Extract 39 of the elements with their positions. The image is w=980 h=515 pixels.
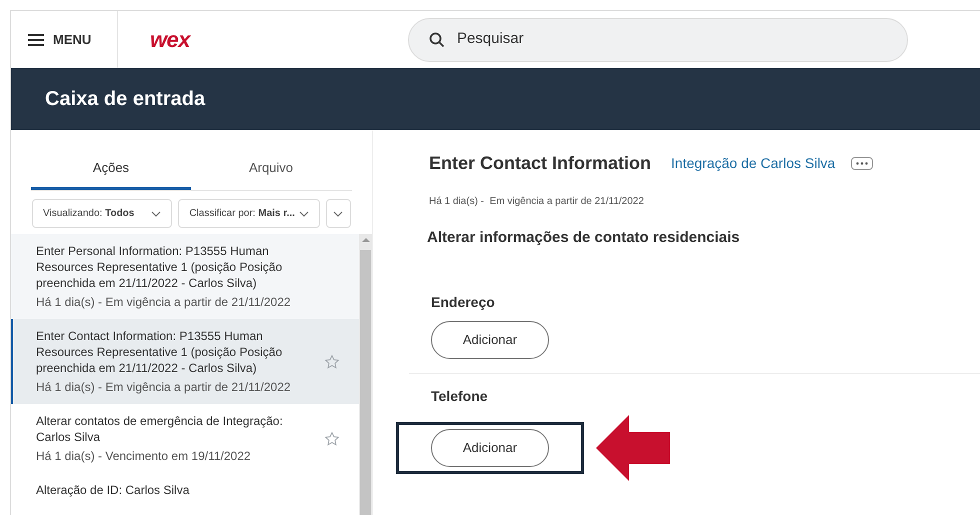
item-meta: Há 1 dia(s) - Vencimento em 19/11/2022 (36, 448, 252, 464)
worker-link[interactable]: Integração de Carlos Silva (671, 153, 836, 174)
item-meta: Há 1 dia(s) - Em vigência a partir de 21/11/2022 (36, 379, 292, 395)
item-title: Enter Contact Information: P13555 Human Resources Representative 1 (posição Posição preenchida em 21/11/2022 - Carlos Silva) (36, 328, 284, 376)
section-title: Alterar informações de contato residenciais (427, 228, 741, 248)
search-icon (428, 32, 445, 48)
filter-label: Classificar por: Mais r... (189, 207, 295, 221)
item-title: Alteração de ID: Carlos Silva (36, 482, 190, 498)
search-bar[interactable]: Pesquisar (408, 18, 908, 62)
scrollbar[interactable] (359, 234, 372, 515)
tab[interactable]: Ações (31, 148, 191, 190)
add-button[interactable]: Adicionar (431, 428, 549, 466)
section-label: Telefone (431, 386, 489, 406)
tab[interactable]: Arquivo (191, 148, 351, 190)
expand-button[interactable] (326, 199, 351, 228)
item-title: Alterar contatos de emergência de Integração: Carlos Silva (36, 413, 284, 445)
section-label: Endereço (431, 292, 496, 312)
filter-dropdown[interactable]: Visualizando: Todos (32, 199, 172, 228)
detail-meta: Há 1 dia(s) - Em vigência a partir de 21/11/2022 (429, 195, 645, 209)
star-icon[interactable] (324, 354, 340, 370)
inbox-item[interactable]: Enter Contact Information: P13555 Human Resources Representative 1 (posição Posição preenchida em 21/11/2022 - Carlos Silva) Há 1 dia(s) - Em vigência a partir de 21/11/2022 (11, 319, 359, 404)
detail-title: Enter Contact Information (429, 152, 652, 175)
chevron-down-icon (298, 210, 309, 216)
add-button[interactable]: Adicionar (431, 320, 549, 358)
more-button[interactable] (851, 157, 874, 170)
chevron-down-icon (333, 210, 344, 216)
arrow-icon (596, 414, 670, 480)
filter-dropdown[interactable]: Classificar por: Mais r... (178, 199, 320, 228)
inbox-item[interactable]: Enter Personal Information: P13555 Human Resources Representative 1 (posição Posição preenchida em 21/11/2022 - Carlos Silva) Há 1 dia(s) - Em vigência a partir de 21/11/2022 (11, 234, 359, 319)
item-title: Enter Personal Information: P13555 Human Resources Representative 1 (posição Posição preenchida em 21/11/2022 - Carlos Silva) (36, 243, 284, 291)
more-icon (856, 162, 868, 165)
page-title: Caixa de entrada (45, 87, 206, 112)
filter-label: Visualizando: Todos (43, 207, 134, 221)
menu-icon (27, 32, 45, 46)
logo[interactable]: wex (150, 23, 190, 56)
item-meta: Há 1 dia(s) - Em vigência a partir de 21/11/2022 (36, 294, 292, 310)
search-field[interactable]: Pesquisar (456, 28, 887, 51)
star-icon[interactable] (324, 430, 340, 446)
chevron-down-icon (151, 210, 162, 216)
